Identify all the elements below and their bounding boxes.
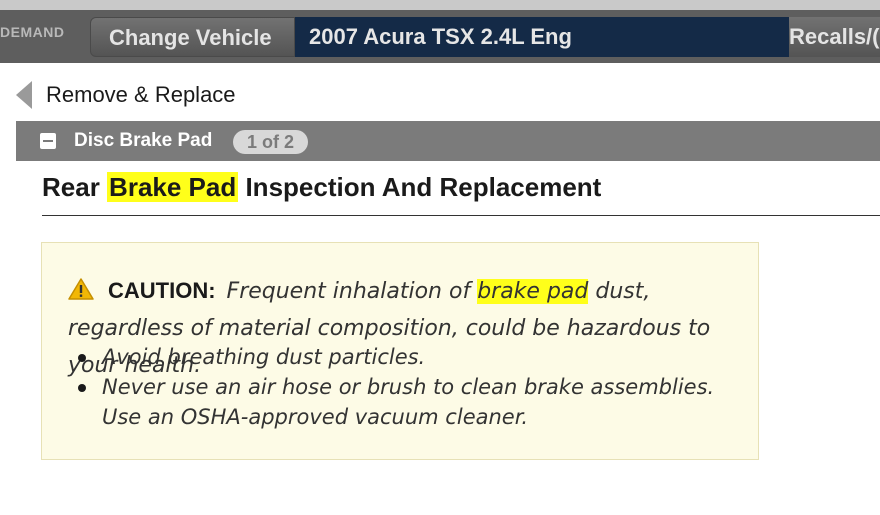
minus-square-icon[interactable] — [40, 133, 56, 149]
back-link[interactable]: Remove & Replace — [16, 80, 236, 110]
recalls-button[interactable]: Recalls/( — [789, 17, 880, 57]
list-item: Never use an air hose or brush to clean … — [74, 372, 734, 432]
back-link-label: Remove & Replace — [46, 82, 236, 107]
chevron-left-icon — [16, 81, 32, 109]
page-title: Rear Brake Pad Inspection And Replacemen… — [42, 172, 601, 203]
section-title: Disc Brake Pad — [74, 130, 213, 151]
title-divider — [42, 215, 880, 216]
vehicle-display: 2007 Acura TSX 2.4L Eng — [295, 17, 789, 57]
caution-bullet-list: Avoid breathing dust particles. Never us… — [74, 342, 734, 432]
change-vehicle-button[interactable]: Change Vehicle — [90, 17, 295, 57]
caution-label: CAUTION: — [108, 278, 216, 303]
caution-box: CAUTION: Frequent inhalation of brake pa… — [41, 242, 759, 460]
title-prefix: Rear — [42, 172, 108, 202]
warning-triangle-icon — [68, 275, 94, 300]
caution-text-before: Frequent inhalation of — [219, 279, 478, 304]
section-header[interactable]: Disc Brake Pad 1 of 2 — [16, 121, 880, 161]
title-suffix: Inspection And Replacement — [238, 172, 602, 202]
title-highlight: Brake Pad — [107, 172, 239, 202]
top-toolbar: DEMAND Change Vehicle 2007 Acura TSX 2.4… — [0, 0, 880, 63]
list-item: Avoid breathing dust particles. — [74, 342, 734, 372]
page-indicator-badge: 1 of 2 — [233, 130, 309, 154]
brand-logo: DEMAND — [0, 24, 65, 40]
caution-text-highlight: brake pad — [477, 279, 589, 304]
